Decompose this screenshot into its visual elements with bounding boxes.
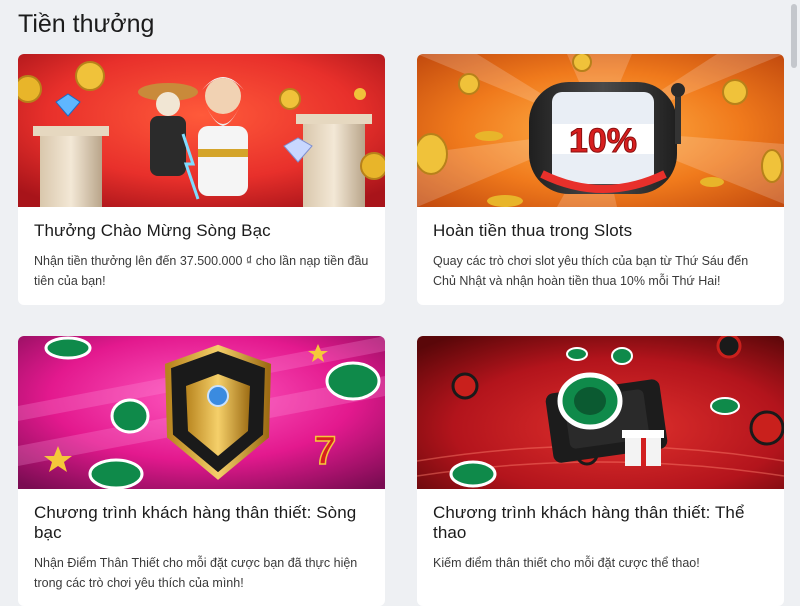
card-description: Nhận tiền thưởng lên đến 37.500.000 ₫ ch… (34, 254, 369, 288)
promo-card-slots-cashback[interactable]: 10% Hoàn tiền thua trong Slots Quay các … (417, 54, 784, 305)
loyalty-sports-banner-image (417, 336, 784, 489)
zeus-casino-banner-image (18, 54, 385, 207)
card-title: Hoàn tiền thua trong Slots (433, 221, 633, 240)
card-title: Chương trình khách hàng thân thiết: Thể … (433, 503, 745, 542)
promo-card-loyalty-sports[interactable]: Chương trình khách hàng thân thiết: Thể … (417, 336, 784, 606)
scrollbar-thumb[interactable] (791, 4, 797, 68)
card-description: Nhận Điểm Thân Thiết cho mỗi đặt cược bạ… (34, 556, 358, 590)
svg-text:7: 7 (314, 429, 336, 473)
card-description: Kiếm điểm thân thiết cho mỗi đặt cược th… (433, 556, 700, 570)
page-title: Tiền thưởng (18, 10, 155, 38)
slot-cashback-banner-image: 10% (417, 54, 784, 207)
card-title: Chương trình khách hàng thân thiết: Sòng… (34, 503, 357, 542)
promo-card-loyalty-casino[interactable]: 7 Chương trình khách hàng thân thiết: Sò… (18, 336, 385, 606)
ten-percent-text: 10% (569, 122, 637, 160)
page-scrollbar[interactable] (788, 0, 800, 606)
card-title: Thưởng Chào Mừng Sòng Bạc (34, 221, 271, 240)
loyalty-casino-banner-image: 7 (18, 336, 385, 489)
promo-card-casino-welcome[interactable]: Thưởng Chào Mừng Sòng Bạc Nhận tiền thưở… (18, 54, 385, 305)
card-description: Quay các trò chơi slot yêu thích của bạn… (433, 254, 749, 288)
